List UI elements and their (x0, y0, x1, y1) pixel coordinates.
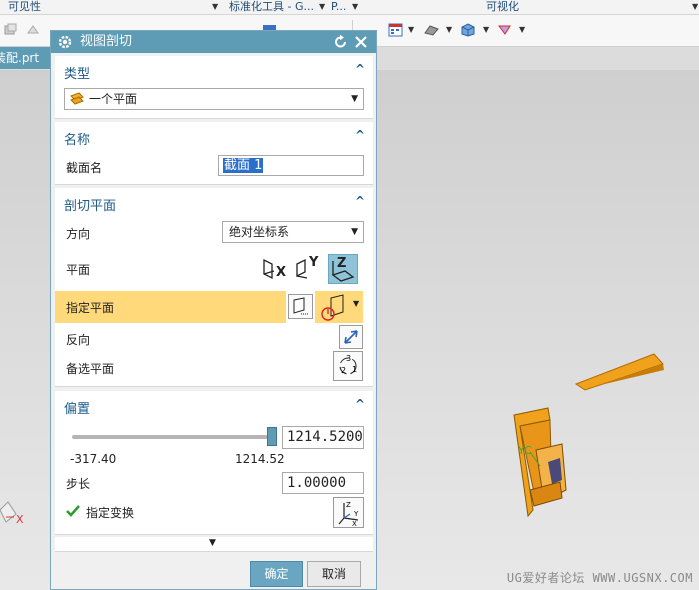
name-section: 名称 ^ 截面名 截面 1 (55, 122, 373, 185)
specify-transform-label: 指定变换 (86, 506, 135, 520)
collapse-icon[interactable]: ^ (355, 62, 365, 76)
type-section-heading: 类型 (64, 67, 91, 82)
inferred-plane-icon (321, 294, 344, 321)
svg-text:1: 1 (352, 365, 357, 374)
reverse-label: 反向 (66, 333, 91, 347)
chevron-down-icon: ▼ (353, 299, 360, 308)
collapse-icon[interactable]: ^ (355, 194, 365, 208)
chevron-down-icon[interactable]: ▼ (483, 25, 489, 34)
file-tab[interactable]: 装配.prt (0, 47, 52, 69)
offset-min-label: -317.40 (70, 452, 117, 466)
watermark: UG爱好者论坛 WWW.UGSNX.COM (506, 571, 693, 585)
offset-section-heading: 偏置 (64, 402, 91, 417)
shading-icon[interactable] (424, 23, 439, 37)
name-section-heading: 名称 (64, 133, 91, 148)
section-name-label: 截面名 (66, 161, 103, 175)
ok-button[interactable]: 确定 (250, 561, 303, 587)
offset-value-input[interactable]: 1214.5200 (282, 426, 364, 449)
dialog-title-bar[interactable]: 视图剖切 (51, 31, 376, 53)
svg-text:Y: Y (353, 510, 359, 518)
cycle-icon: 3 1 2 (339, 354, 357, 375)
step-label: 步长 (66, 477, 91, 491)
ribbon-group-visualization[interactable]: 可视化 (486, 0, 519, 14)
chevron-down-icon: ▼ (209, 538, 216, 548)
plane-x-button[interactable]: X (260, 254, 288, 282)
offset-slider-thumb[interactable] (267, 427, 277, 446)
offset-section: 偏置 ^ 1214.5200 -317.40 1214.52 步长 1.0000… (55, 391, 373, 535)
csys-icon: Z Y X (338, 501, 359, 528)
ribbon-group-visibility[interactable]: 可见性 (8, 0, 41, 14)
ribbon-group-standard-tools[interactable]: 标准化工具 - G... (229, 0, 314, 14)
dialog-title: 视图剖切 (80, 34, 133, 49)
ribbon-group-labels: 可见性 ▼ 标准化工具 - G... ▼ P... ▼ 可视化 ▼ (0, 0, 699, 15)
reverse-direction-button[interactable] (339, 325, 363, 349)
show-hide-icon[interactable] (3, 23, 18, 37)
step-input[interactable]: 1.00000 (282, 472, 364, 494)
reverse-direction-icon (344, 330, 358, 344)
chevron-down-icon[interactable]: ▼ (408, 25, 414, 34)
svg-text:2: 2 (341, 366, 346, 375)
offset-max-label: 1214.52 (235, 452, 285, 466)
chevron-down-icon[interactable]: ▼ (519, 25, 525, 34)
type-section: 类型 ^ 一个平面 ▼ (55, 56, 373, 119)
axis-label-x: X (16, 513, 24, 526)
svg-text:Z: Z (346, 501, 351, 509)
chevron-down-icon: ▼ (351, 94, 358, 104)
svg-text:X: X (352, 520, 357, 527)
axis-label-yc: YC (517, 444, 532, 457)
ribbon-group-p[interactable]: P... (331, 0, 346, 14)
check-icon (66, 505, 80, 517)
type-select[interactable]: 一个平面 ▼ (64, 88, 364, 110)
render-style-icon[interactable] (497, 23, 512, 37)
more-options-toggle[interactable]: ▼ (55, 537, 373, 552)
chevron-down-icon[interactable]: ▼ (692, 0, 698, 14)
plane-z-button[interactable]: Z (328, 254, 358, 284)
hide-icon[interactable] (26, 23, 41, 37)
cancel-button[interactable]: 取消 (307, 561, 361, 587)
model-bracket-assembly (513, 407, 567, 518)
section-name-input[interactable]: 截面 1 (218, 155, 364, 176)
chevron-down-icon[interactable]: ▼ (352, 0, 358, 14)
chevron-down-icon: ▼ (351, 227, 358, 237)
cutting-plane-section: 剖切平面 ^ 方向 绝对坐标系 ▼ 平面 X Y Z 指定平面 ▼ 反向 备选平… (55, 188, 373, 387)
svg-text:3: 3 (346, 354, 351, 363)
specify-transform-button[interactable]: Z Y X (333, 497, 364, 528)
alternate-plane-button[interactable]: 3 1 2 (333, 351, 363, 381)
alternate-plane-label: 备选平面 (66, 362, 115, 376)
close-icon[interactable] (354, 34, 368, 50)
plane-dialog-icon (293, 297, 308, 315)
direction-select[interactable]: 绝对坐标系 ▼ (222, 221, 364, 243)
direction-label: 方向 (66, 227, 91, 241)
collapse-icon[interactable]: ^ (355, 128, 365, 142)
view-triad-icon (0, 501, 17, 523)
gear-icon[interactable] (57, 34, 73, 50)
plane-type-icon (70, 92, 84, 105)
chevron-down-icon[interactable]: ▼ (446, 25, 452, 34)
offset-slider-track[interactable] (72, 435, 272, 439)
reset-icon[interactable] (334, 34, 348, 50)
chevron-down-icon[interactable]: ▼ (212, 0, 218, 14)
view-section-dialog: 视图剖切 类型 ^ 一个平面 ▼ 名称 ^ 截面名 截面 1 剖切平面 ^ 方向… (50, 30, 377, 590)
collapse-icon[interactable]: ^ (355, 397, 365, 411)
calendar-icon[interactable] (388, 23, 403, 37)
specify-plane-picker[interactable]: ▼ (315, 291, 363, 323)
chevron-down-icon[interactable]: ▼ (319, 0, 325, 14)
plane-label: 平面 (66, 263, 91, 277)
plane-dialog-button[interactable] (288, 294, 313, 319)
cube-icon[interactable] (461, 23, 476, 37)
cutting-plane-heading: 剖切平面 (64, 199, 117, 214)
specify-plane-label: 指定平面 (66, 301, 115, 315)
plane-y-button[interactable]: Y (293, 254, 321, 282)
